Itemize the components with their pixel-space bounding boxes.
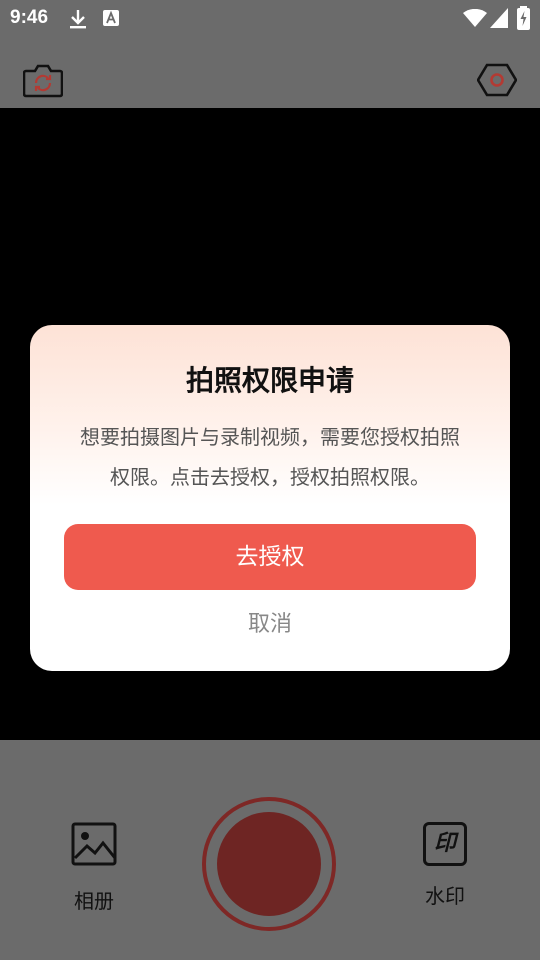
top-bar [0,38,540,108]
watermark-label: 水印 [425,884,465,908]
dialog-message: 想要拍摄图片与录制视频，需要您授权拍照权限。点击去授权，授权拍照权限。 [80,425,460,489]
settings-hexagon-icon[interactable] [476,63,518,101]
status-time: 9:46 [10,7,49,28]
permission-dialog: 拍照权限申请 想要拍摄图片与录制视频，需要您授权拍照权限。点击去授权，授权拍照权… [30,325,510,671]
authorize-button[interactable]: 去授权 [64,524,476,590]
font-a-icon [103,10,119,30]
image-icon [34,822,154,871]
shutter-button[interactable] [217,812,321,916]
wifi-icon [463,8,487,31]
dialog-title: 拍照权限申请 [185,364,354,397]
album-label: 相册 [74,889,114,913]
camera-switch-icon[interactable] [22,62,64,102]
battery-charging-icon [517,6,530,34]
status-bar: 9:46 [0,0,540,38]
signal-icon [490,8,508,32]
watermark-button[interactable]: 印 水印 [385,822,505,909]
watermark-icon: 印 [423,822,467,866]
album-button[interactable]: 相册 [34,822,154,914]
download-icon [69,8,87,34]
cancel-button[interactable]: 取消 [30,606,510,638]
